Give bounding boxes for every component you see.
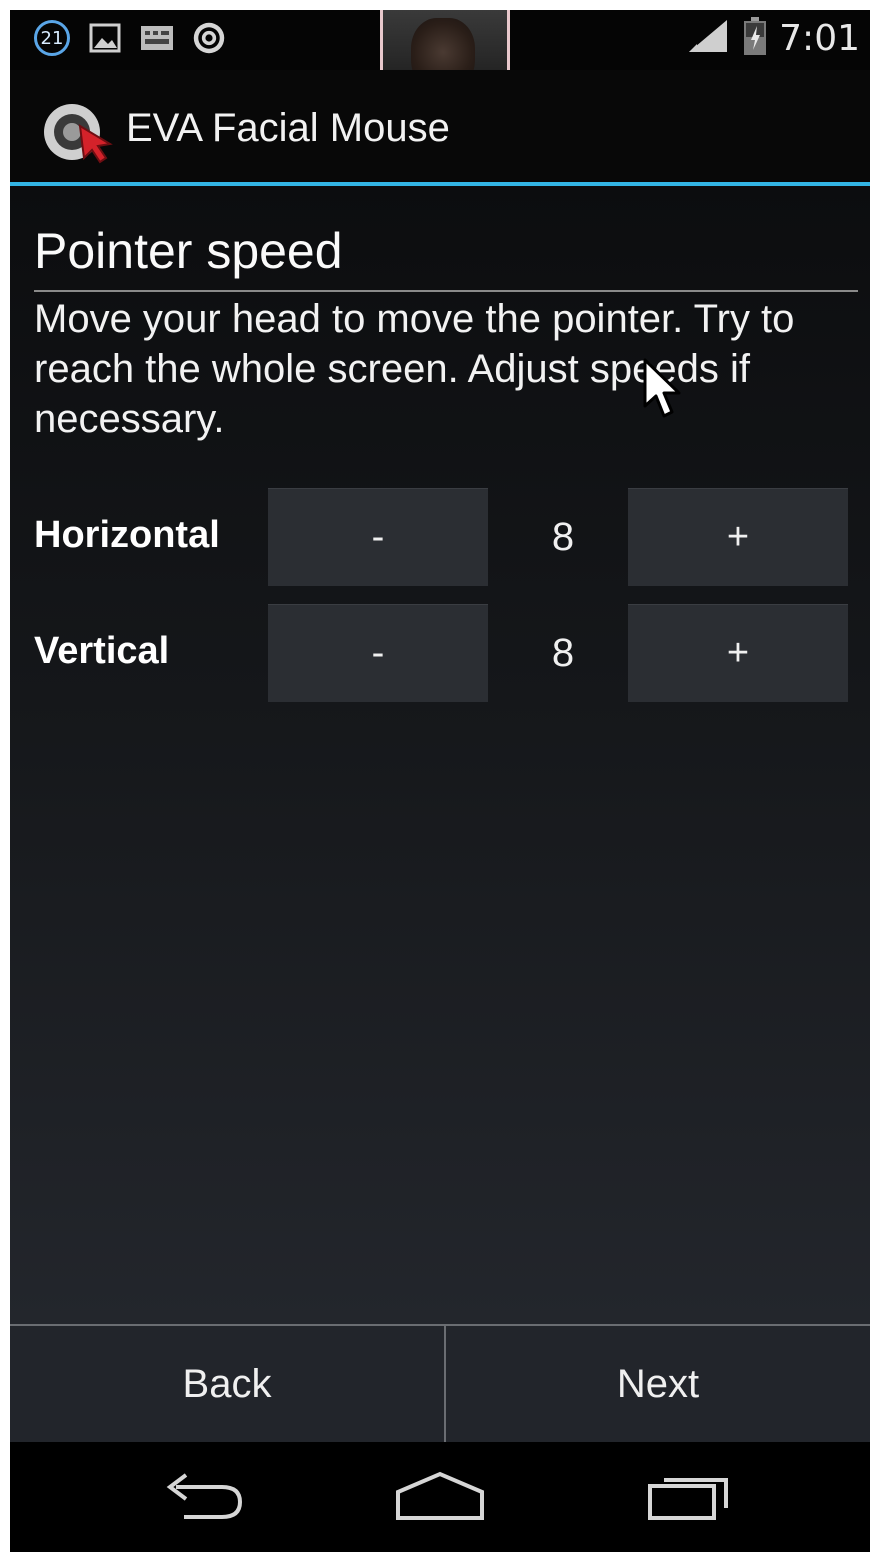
vertical-decrease-button[interactable]: -: [268, 604, 488, 702]
page-title: Pointer speed: [34, 223, 343, 279]
clock-time: 7:01: [779, 17, 860, 59]
horizontal-increase-button[interactable]: +: [628, 488, 848, 586]
horizontal-label: Horizontal: [34, 514, 220, 556]
back-button[interactable]: Back: [10, 1326, 444, 1442]
battery-icon: [743, 16, 767, 60]
action-bar: EVA Facial Mouse: [10, 70, 870, 186]
content-area: Pointer speed Move your head to move the…: [10, 186, 870, 1324]
vertical-speed-value: 8: [551, 630, 575, 675]
mouse-pointer-icon: [642, 358, 682, 422]
back-icon[interactable]: [154, 1466, 254, 1526]
recent-apps-icon[interactable]: [640, 1466, 740, 1526]
instructions-text: Move your head to move the pointer. Try …: [34, 297, 795, 441]
signal-icon: [687, 18, 731, 58]
vertical-label: Vertical: [34, 630, 170, 672]
vertical-speed-row: Vertical - 8 +: [10, 604, 870, 702]
horizontal-speed-value: 8: [551, 514, 575, 559]
image-icon: [88, 21, 122, 55]
wizard-footer: Back Next: [10, 1324, 870, 1442]
horizontal-decrease-button[interactable]: -: [268, 488, 488, 586]
status-system: 7:01: [687, 16, 860, 60]
title-divider: [34, 290, 858, 292]
phone-screen: 21 + 7:01: [10, 10, 870, 1552]
eva-logo-icon: [40, 100, 113, 166]
keyboard-icon: [140, 21, 174, 55]
notification-count-icon: 21: [34, 20, 70, 56]
horizontal-speed-row: Horizontal - 8 +: [10, 488, 870, 586]
status-bar: 21 + 7:01: [10, 10, 870, 102]
vertical-increase-button[interactable]: +: [628, 604, 848, 702]
home-icon[interactable]: [390, 1466, 490, 1526]
status-notifications: 21: [34, 20, 226, 56]
next-button[interactable]: Next: [446, 1326, 870, 1442]
navigation-bar: [10, 1442, 870, 1552]
app-title: EVA Facial Mouse: [126, 106, 450, 150]
target-icon: [192, 21, 226, 55]
